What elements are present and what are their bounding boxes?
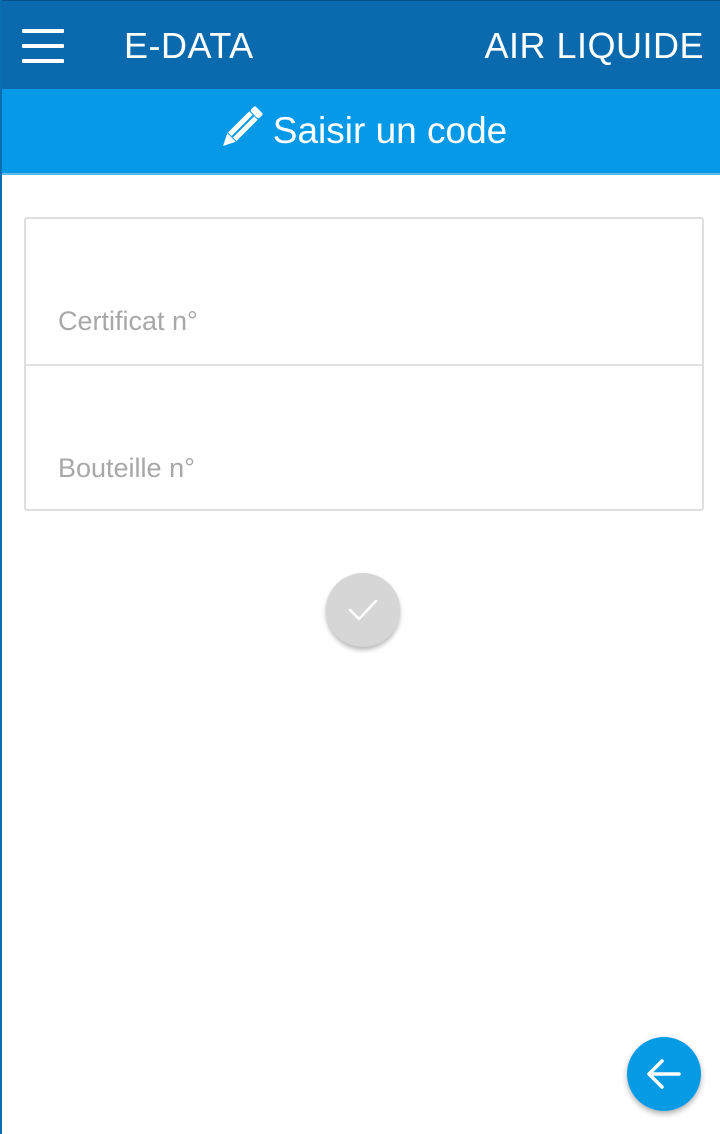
- certificate-number-input[interactable]: [58, 299, 658, 343]
- bottle-field: [26, 366, 702, 511]
- pencil-icon: [222, 106, 263, 146]
- page-header-content: Saisir un code: [2, 89, 720, 173]
- hamburger-menu-icon[interactable]: [22, 29, 64, 63]
- confirm-button[interactable]: [326, 573, 400, 647]
- brand-name: AIR LIQUIDE: [484, 25, 704, 66]
- page-header: Saisir un code: [2, 89, 720, 175]
- checkmark-icon: [348, 599, 378, 621]
- bottle-number-input[interactable]: [58, 446, 658, 490]
- app-title: E-DATA: [124, 25, 254, 66]
- code-entry-form: [24, 217, 704, 511]
- app-bar: E-DATA AIR LIQUIDE: [2, 0, 720, 89]
- arrow-left-icon: [647, 1059, 681, 1089]
- page-title: Saisir un code: [272, 110, 508, 151]
- screen: E-DATA AIR LIQUIDE Saisir un code: [0, 0, 720, 1134]
- certificate-field: [26, 219, 702, 364]
- back-button[interactable]: [627, 1037, 701, 1111]
